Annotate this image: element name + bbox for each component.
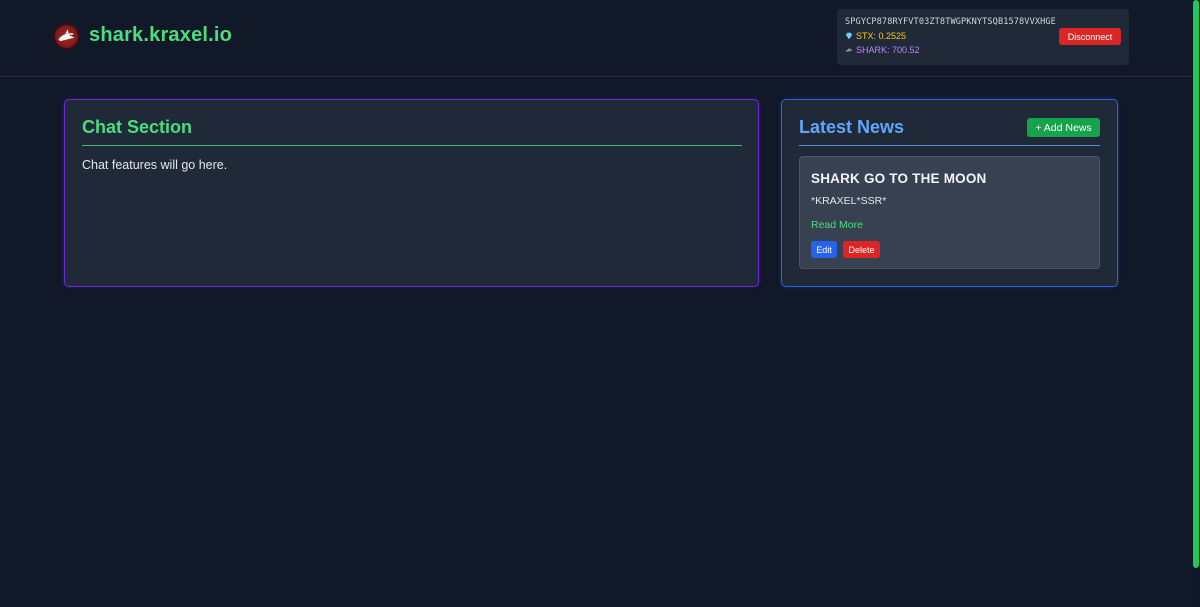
- news-title-divider: [799, 145, 1100, 146]
- site-title[interactable]: shark.kraxel.io: [89, 24, 232, 47]
- news-card-body: *KRAXEL*SSR*: [811, 195, 887, 207]
- scrollbar-thumb[interactable]: [1193, 0, 1199, 568]
- page-scrollbar[interactable]: [1192, 0, 1200, 607]
- chat-section-title: Chat Section: [82, 117, 193, 137]
- wallet-panel: SPGYCP878RYFVT03ZT8TWGPKNYTSQB1578VVXHGE…: [837, 9, 1129, 65]
- disconnect-button[interactable]: Disconnect: [1059, 28, 1121, 45]
- chat-placeholder-text: Chat features will go here.: [82, 158, 228, 172]
- chat-title-divider: [82, 145, 742, 146]
- stx-balance-label: STX: 0.2525: [856, 31, 907, 41]
- chat-section: Chat Section Chat features will go here.: [64, 99, 759, 287]
- diamond-icon: [845, 32, 853, 40]
- shark-logo-icon[interactable]: [53, 23, 80, 50]
- news-section: Latest News + Add News SHARK GO TO THE M…: [781, 99, 1118, 287]
- stx-balance: STX: 0.2525: [845, 31, 906, 41]
- top-header: shark.kraxel.io SPGYCP878RYFVT03ZT8TWGPK…: [0, 0, 1200, 77]
- shark-icon: [845, 47, 853, 52]
- shark-balance-label: SHARK: 700.52: [856, 45, 920, 55]
- news-section-title: Latest News: [799, 117, 905, 137]
- shark-balance: SHARK: 700.52: [845, 45, 920, 55]
- wallet-address: SPGYCP878RYFVT03ZT8TWGPKNYTSQB1578VVXHGE: [845, 17, 1056, 27]
- add-news-button[interactable]: + Add News: [1027, 118, 1100, 137]
- read-more-link[interactable]: Read More: [811, 219, 863, 231]
- delete-news-button[interactable]: Delete: [843, 241, 880, 258]
- edit-news-button[interactable]: Edit: [811, 241, 837, 258]
- news-card: SHARK GO TO THE MOON *KRAXEL*SSR* Read M…: [799, 156, 1100, 269]
- news-card-title: SHARK GO TO THE MOON: [811, 171, 987, 186]
